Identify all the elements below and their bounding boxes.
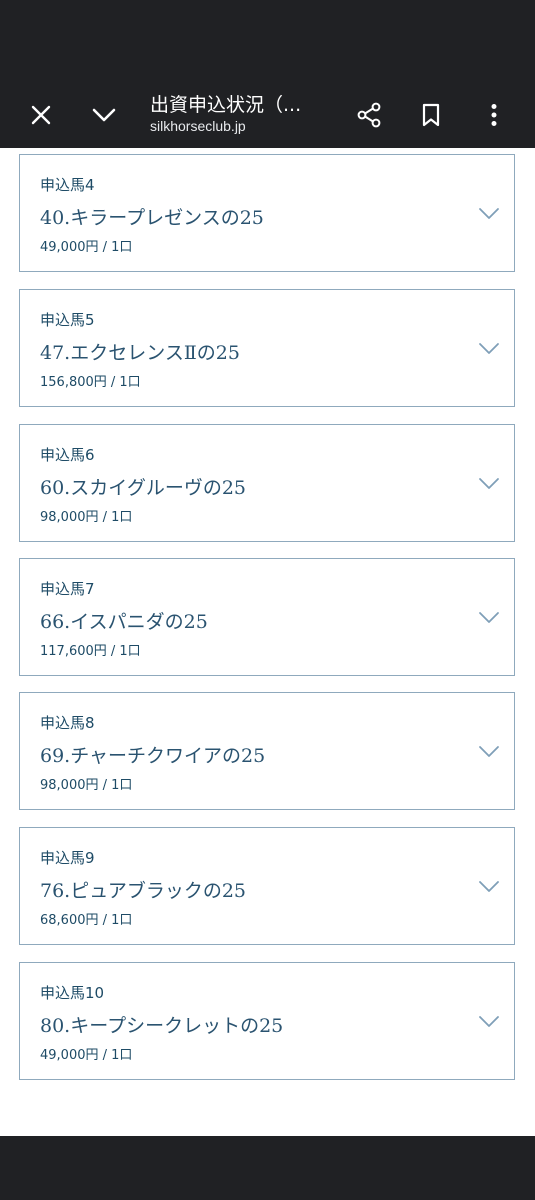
horse-label: 申込馬7 [40, 580, 95, 598]
horse-name: 80.キープシークレットの25 [40, 1015, 284, 1037]
chevron-down-icon[interactable] [478, 340, 500, 356]
horse-card[interactable]: 申込馬8 69.チャーチクワイアの25 98,000円 / 1口 [19, 692, 515, 810]
horse-label: 申込馬10 [40, 984, 105, 1002]
horse-card[interactable]: 申込馬6 60.スカイグルーヴの25 98,000円 / 1口 [19, 424, 515, 542]
horse-name: 47.エクセレンスⅡの25 [40, 342, 240, 364]
page-url: silkhorseclub.jp [150, 118, 246, 134]
browser-toolbar: 出資申込状況（... silkhorseclub.jp [0, 82, 535, 148]
chevron-down-icon[interactable] [478, 475, 500, 491]
horse-price: 49,000円 / 1口 [40, 1048, 133, 1063]
horse-price: 98,000円 / 1口 [40, 510, 133, 525]
horse-card[interactable]: 申込馬7 66.イスパニダの25 117,600円 / 1口 [19, 558, 515, 676]
horse-name: 76.ピュアブラックの25 [40, 880, 247, 902]
horse-card[interactable]: 申込馬4 40.キラープレゼンスの25 49,000円 / 1口 [19, 154, 515, 272]
horse-price: 68,600円 / 1口 [40, 913, 133, 928]
horse-name: 66.イスパニダの25 [40, 611, 208, 633]
horse-label: 申込馬6 [40, 446, 95, 464]
more-vert-icon [491, 104, 497, 126]
horse-price: 156,800円 / 1口 [40, 375, 141, 390]
share-icon [357, 102, 381, 128]
horse-price: 117,600円 / 1口 [40, 644, 141, 659]
chevron-down-icon[interactable] [478, 205, 500, 221]
horse-card[interactable]: 申込馬5 47.エクセレンスⅡの25 156,800円 / 1口 [19, 289, 515, 407]
chevron-down-icon[interactable] [478, 743, 500, 759]
page-title: 出資申込状況（... [150, 94, 302, 116]
horse-price: 49,000円 / 1口 [40, 240, 133, 255]
bookmark-icon [422, 103, 440, 127]
horse-name: 40.キラープレゼンスの25 [40, 207, 264, 229]
share-button[interactable] [345, 82, 393, 148]
close-icon [31, 105, 51, 125]
bookmark-button[interactable] [407, 82, 455, 148]
chevron-down-icon[interactable] [478, 1013, 500, 1029]
chevron-down-icon [92, 108, 116, 122]
chevron-down-icon[interactable] [478, 609, 500, 625]
horse-label: 申込馬8 [40, 714, 95, 732]
collapse-button[interactable] [80, 82, 128, 148]
horse-card[interactable]: 申込馬9 76.ピュアブラックの25 68,600円 / 1口 [19, 827, 515, 945]
system-navigation-bar [0, 1136, 535, 1200]
chevron-down-icon[interactable] [478, 878, 500, 894]
close-button[interactable] [17, 82, 65, 148]
horse-label: 申込馬9 [40, 849, 95, 867]
more-options-button[interactable] [470, 82, 518, 148]
horse-name: 69.チャーチクワイアの25 [40, 745, 266, 767]
status-bar-area [0, 0, 535, 82]
page-content: 申込馬4 40.キラープレゼンスの25 49,000円 / 1口 申込馬5 47… [0, 148, 535, 1136]
horse-price: 98,000円 / 1口 [40, 778, 133, 793]
horse-card[interactable]: 申込馬10 80.キープシークレットの25 49,000円 / 1口 [19, 962, 515, 1080]
horse-label: 申込馬5 [40, 311, 95, 329]
horse-label: 申込馬4 [40, 176, 95, 194]
horse-name: 60.スカイグルーヴの25 [40, 477, 247, 499]
